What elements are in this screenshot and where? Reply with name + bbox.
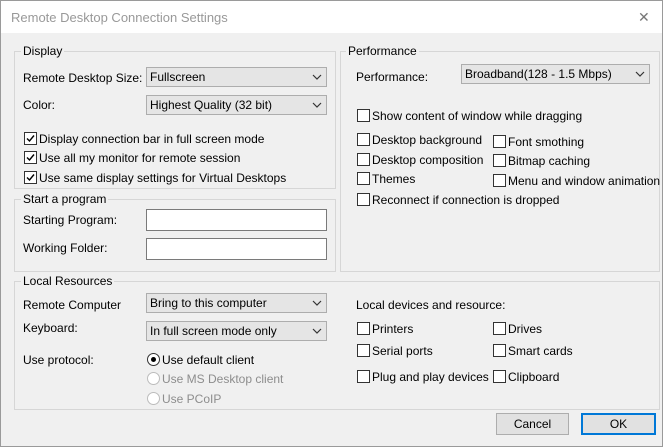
starting-program-input[interactable] <box>146 209 327 231</box>
pcoip-radio <box>147 392 160 405</box>
chevron-down-icon <box>312 102 322 108</box>
start-program-legend: Start a program <box>21 192 109 206</box>
working-folder-label: Working Folder: <box>23 241 108 255</box>
keyboard-label: Keyboard: <box>23 321 78 335</box>
menu-animation-label: Menu and window animation <box>508 174 661 188</box>
remote-computer-value: Bring to this computer <box>150 296 267 310</box>
default-client-label: Use default client <box>162 353 255 367</box>
clipboard-checkbox[interactable] <box>493 370 506 383</box>
close-icon[interactable]: ✕ <box>638 9 650 26</box>
plug-and-play-checkbox[interactable] <box>357 370 370 383</box>
clipboard-label: Clipboard <box>508 370 560 384</box>
menu-animation-checkbox[interactable] <box>493 174 506 187</box>
remote-size-dropdown[interactable]: Fullscreen <box>146 67 327 87</box>
printers-checkbox[interactable] <box>357 322 370 335</box>
all-monitors-checkbox[interactable] <box>24 151 37 164</box>
default-client-radio[interactable] <box>147 353 160 366</box>
chevron-down-icon <box>312 74 322 80</box>
window-title: Remote Desktop Connection Settings <box>11 10 228 25</box>
plug-and-play-label: Plug and play devices <box>372 370 489 384</box>
color-dropdown[interactable]: Highest Quality (32 bit) <box>146 95 327 115</box>
working-folder-input[interactable] <box>146 238 327 260</box>
connection-bar-checkbox[interactable] <box>24 132 37 145</box>
ms-desktop-client-label: Use MS Desktop client <box>162 372 284 386</box>
themes-checkbox[interactable] <box>357 172 370 185</box>
smart-cards-checkbox[interactable] <box>493 344 506 357</box>
ms-desktop-client-radio <box>147 372 160 385</box>
reconnect-label: Reconnect if connection is dropped <box>372 193 560 207</box>
display-legend: Display <box>21 44 65 58</box>
color-value: Highest Quality (32 bit) <box>150 98 273 112</box>
radio-selected-dot <box>151 357 156 362</box>
bitmap-caching-checkbox[interactable] <box>493 154 506 167</box>
serial-ports-checkbox[interactable] <box>357 344 370 357</box>
protocol-label: Use protocol: <box>23 353 94 367</box>
keyboard-dropdown[interactable]: In full screen mode only <box>146 321 327 341</box>
virtual-desktops-label: Use same display settings for Virtual De… <box>39 171 287 185</box>
chevron-down-icon <box>312 300 322 306</box>
ok-button[interactable]: OK <box>581 413 656 435</box>
desktop-composition-label: Desktop composition <box>372 153 484 167</box>
checkmark-icon <box>26 135 35 143</box>
font-smoothing-label: Font smothing <box>508 135 585 149</box>
title-bar: Remote Desktop Connection Settings ✕ <box>1 1 662 33</box>
drives-checkbox[interactable] <box>493 322 506 335</box>
keyboard-value: In full screen mode only <box>150 324 277 338</box>
performance-dropdown[interactable]: Broadband(128 - 1.5 Mbps) <box>461 64 650 84</box>
desktop-background-label: Desktop background <box>372 133 483 147</box>
all-monitors-label: Use all my monitor for remote session <box>39 151 241 165</box>
performance-legend: Performance <box>346 44 419 58</box>
remote-size-value: Fullscreen <box>150 70 206 84</box>
bitmap-caching-label: Bitmap caching <box>508 154 591 168</box>
font-smoothing-checkbox[interactable] <box>493 135 506 148</box>
settings-dialog: Remote Desktop Connection Settings ✕ Dis… <box>0 0 663 447</box>
local-resources-legend: Local Resources <box>21 274 115 288</box>
pcoip-label: Use PCoIP <box>162 392 222 406</box>
checkmark-icon <box>26 154 35 162</box>
virtual-desktops-checkbox[interactable] <box>24 171 37 184</box>
performance-value: Broadband(128 - 1.5 Mbps) <box>465 67 612 81</box>
chevron-down-icon <box>635 71 645 77</box>
performance-label: Performance: <box>356 70 429 84</box>
cancel-button[interactable]: Cancel <box>496 413 569 435</box>
checkmark-icon <box>26 174 35 182</box>
connection-bar-label: Display connection bar in full screen mo… <box>39 132 265 146</box>
themes-label: Themes <box>372 172 416 186</box>
serial-ports-label: Serial ports <box>372 344 433 358</box>
remote-computer-label: Remote Computer <box>23 298 122 312</box>
color-label: Color: <box>23 98 56 112</box>
show-content-label: Show content of window while dragging <box>372 109 583 123</box>
reconnect-checkbox[interactable] <box>357 193 370 206</box>
drives-label: Drives <box>508 322 543 336</box>
show-content-checkbox[interactable] <box>357 109 370 122</box>
remote-computer-dropdown[interactable]: Bring to this computer <box>146 293 327 313</box>
remote-size-label: Remote Desktop Size: <box>23 71 143 85</box>
desktop-background-checkbox[interactable] <box>357 133 370 146</box>
smart-cards-label: Smart cards <box>508 344 573 358</box>
devices-label: Local devices and resource: <box>356 298 506 312</box>
desktop-composition-checkbox[interactable] <box>357 153 370 166</box>
chevron-down-icon <box>312 328 322 334</box>
printers-label: Printers <box>372 322 414 336</box>
starting-program-label: Starting Program: <box>23 213 118 227</box>
